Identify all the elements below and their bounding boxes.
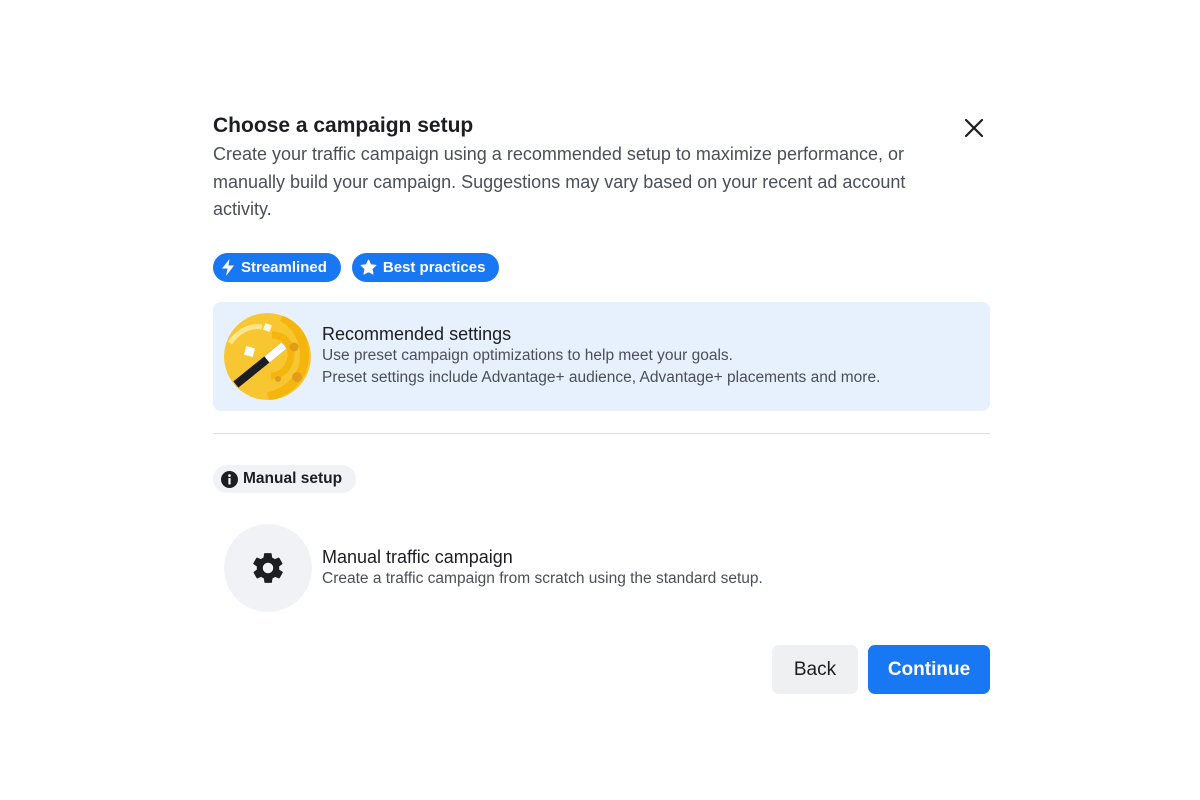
manual-text: Manual traffic campaign Create a traffic… xyxy=(322,546,763,590)
badge-label: Best practices xyxy=(382,259,486,276)
magic-wand-icon xyxy=(224,313,311,400)
back-button[interactable]: Back xyxy=(772,645,858,694)
manual-subtitle: Create a traffic campaign from scratch u… xyxy=(322,570,763,587)
section-divider xyxy=(213,433,990,434)
gear-icon xyxy=(253,553,283,583)
streamlined-badge: Streamlined xyxy=(213,253,341,282)
recommended-title: Recommended settings xyxy=(322,324,512,344)
gear-icon-container xyxy=(224,524,312,612)
manual-setup-label-text: Manual setup xyxy=(243,470,343,487)
recommended-settings-option[interactable]: Recommended settings Use preset campaign… xyxy=(213,302,990,411)
lightning-icon xyxy=(222,259,234,276)
best-practices-badge: Best practices xyxy=(351,253,500,282)
recommended-line-1: Use preset campaign optimizations to hel… xyxy=(322,347,733,364)
manual-traffic-campaign-option[interactable]: Manual traffic campaign Create a traffic… xyxy=(213,515,990,623)
star-icon xyxy=(360,259,377,275)
badge-row: Streamlined Best practices xyxy=(213,253,500,282)
close-button[interactable] xyxy=(960,114,988,142)
dialog-description: Create your traffic campaign using a rec… xyxy=(213,144,906,219)
recommended-line-2: Preset settings include Advantage+ audie… xyxy=(322,369,881,386)
continue-button[interactable]: Continue xyxy=(868,645,990,694)
info-icon xyxy=(221,470,238,488)
manual-title: Manual traffic campaign xyxy=(322,547,513,567)
dialog-title: Choose a campaign setup xyxy=(213,114,474,137)
close-icon xyxy=(964,118,984,138)
badge-label: Streamlined xyxy=(241,259,327,276)
campaign-setup-dialog: Choose a campaign setup Create your traf… xyxy=(213,112,990,224)
manual-setup-label: Manual setup xyxy=(213,465,357,493)
recommended-text: Recommended settings Use preset campaign… xyxy=(322,323,880,389)
